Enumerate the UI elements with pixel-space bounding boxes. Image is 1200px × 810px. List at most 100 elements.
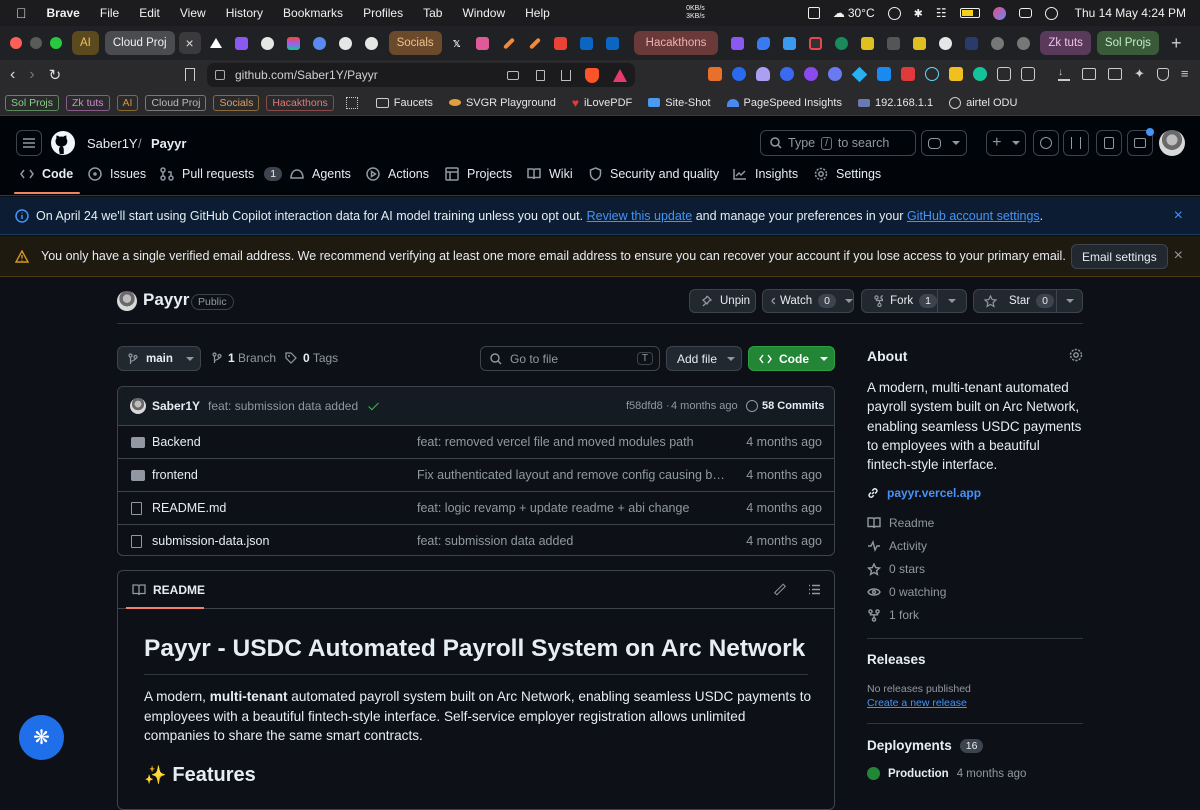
vercel-favicon-icon[interactable] (205, 32, 227, 54)
clock-datetime[interactable]: Thu 14 May 4:24 PM (1075, 6, 1186, 20)
back-icon[interactable]: ‹ (10, 66, 15, 84)
menu-view[interactable]: View (180, 6, 206, 20)
outline-list-icon[interactable] (808, 584, 821, 595)
app-favicon-icon-4[interactable] (778, 32, 800, 54)
commits-link[interactable]: 58 Commits (762, 400, 824, 412)
about-readme-link[interactable]: Readme (867, 516, 934, 530)
app-favicon-icon-5[interactable] (804, 32, 826, 54)
gear-icon[interactable] (1069, 348, 1083, 362)
go-to-file-input[interactable]: Go to file T (480, 346, 660, 371)
tab-group-sol-projs[interactable]: Sol Projs (1096, 31, 1159, 55)
app-favicon-icon-9[interactable] (908, 32, 930, 54)
about-activity-link[interactable]: Activity (867, 539, 927, 553)
bookmark-svgr-playground[interactable]: SVGR Playground (448, 97, 556, 109)
fork-dropdown-button[interactable] (937, 289, 967, 313)
fork-button[interactable]: Fork 1 (861, 289, 938, 313)
file-row[interactable]: submission-data.json feat: submission da… (118, 524, 834, 555)
red-extension-icon[interactable] (901, 67, 915, 81)
file-row[interactable]: README.md feat: logic revamp + update re… (118, 491, 834, 524)
account-settings-link[interactable]: GitHub account settings (907, 209, 1040, 223)
deployments-heading[interactable]: Deployments 16 (867, 738, 984, 753)
file-row[interactable]: frontend Fix authenticated layout and re… (118, 458, 834, 491)
wallet-extension-icon-2[interactable] (997, 67, 1011, 81)
site-info-icon[interactable] (215, 70, 225, 80)
menu-tab[interactable]: Tab (423, 6, 442, 20)
globe-favicon-icon-2[interactable] (1012, 32, 1034, 54)
gear-extension-icon[interactable] (877, 67, 891, 81)
wallet-icon[interactable] (1108, 68, 1122, 80)
bookmark-site-shot[interactable]: Site-Shot (648, 97, 711, 109)
app-favicon-icon-7[interactable] (856, 32, 878, 54)
brave-shields-icon[interactable] (585, 67, 599, 83)
file-name[interactable]: README.md (152, 501, 226, 515)
vpn-icon[interactable] (1156, 68, 1169, 81)
pen-favicon-icon-2[interactable] (524, 32, 546, 54)
linkedin-favicon-icon[interactable] (576, 32, 598, 54)
menu-history[interactable]: History (226, 6, 263, 20)
star-dropdown-button[interactable] (1056, 289, 1083, 313)
tab-actions[interactable]: Actions (366, 162, 429, 186)
homepage-url[interactable]: payyr.vercel.app (887, 486, 981, 500)
unpin-button[interactable]: Unpin (689, 289, 756, 313)
x-favicon-icon[interactable]: 𝕩 (446, 32, 468, 54)
menu-help[interactable]: Help (525, 6, 550, 20)
linkedin-favicon-icon-2[interactable] (602, 32, 624, 54)
tab-wiki[interactable]: Wiki (527, 162, 573, 186)
file-name[interactable]: Backend (152, 435, 201, 449)
yellow-extension-icon[interactable] (949, 67, 963, 81)
battery-icon[interactable] (959, 8, 980, 18)
tab-security[interactable]: Security and quality (589, 162, 719, 186)
review-update-link[interactable]: Review this update (587, 209, 693, 223)
pull-requests-button[interactable] (1063, 130, 1089, 156)
tab-agents[interactable]: Agents (290, 162, 351, 186)
user-switch-icon[interactable] (1044, 6, 1058, 20)
deployment-item[interactable]: Production 4 months ago (867, 767, 1026, 780)
github-favicon-icon-3[interactable] (361, 32, 383, 54)
bookmark-faucets[interactable]: Faucets (375, 97, 433, 109)
bookmark-group-socials[interactable]: Socials (213, 94, 260, 111)
commit-hash[interactable]: f58dfd8 (626, 400, 663, 412)
apple-icon[interactable]:  (16, 5, 27, 21)
share-icon[interactable] (561, 69, 571, 81)
tab-group-hacakthons[interactable]: Hacakthons (633, 31, 719, 55)
dismiss-email-banner-icon[interactable]: × (1174, 247, 1183, 265)
commit-message[interactable]: feat: submission data added (208, 399, 358, 413)
branches-link[interactable]: 1 Branch (212, 351, 276, 365)
figma-favicon-icon[interactable] (283, 32, 305, 54)
window-close-button[interactable] (10, 37, 22, 49)
purple-extension-icon[interactable] (804, 67, 818, 81)
check-icon[interactable] (368, 399, 380, 410)
tab-group-socials[interactable]: Socials (388, 31, 442, 55)
diamond-extension-icon[interactable] (851, 66, 868, 83)
readme-tab[interactable]: README (126, 571, 211, 609)
apps-grid-icon[interactable] (345, 96, 358, 109)
issues-button[interactable] (1033, 130, 1059, 156)
downloads-icon[interactable]: ↓ (1058, 68, 1070, 81)
puzzle-extension-icon[interactable] (1021, 67, 1035, 81)
deployment-name[interactable]: Production (888, 768, 949, 780)
bookmark-airtel[interactable]: airtel ODU (949, 96, 1017, 109)
search-input[interactable]: Type / to search (760, 130, 916, 156)
file-name[interactable]: frontend (152, 468, 198, 482)
tab-group-ai[interactable]: AI (72, 31, 99, 55)
bookmark-group-zk-tuts[interactable]: Zk tuts (66, 94, 110, 111)
bookmark-pagespeed[interactable]: PageSpeed Insights (726, 97, 842, 109)
email-settings-button[interactable]: Email settings (1071, 244, 1168, 269)
menu-profiles[interactable]: Profiles (363, 6, 403, 20)
app-favicon-icon[interactable] (472, 32, 494, 54)
forward-icon[interactable]: › (29, 66, 34, 84)
leo-ai-icon[interactable]: ✦ (1134, 67, 1145, 81)
weather[interactable]: ☁ 30°C (833, 6, 875, 20)
code-button[interactable]: Code (748, 346, 835, 371)
ghost-extension-icon[interactable] (756, 67, 770, 81)
avatar[interactable] (1159, 130, 1185, 156)
branch-selector[interactable]: main (117, 346, 201, 371)
bookmark-ilovepdf[interactable]: ♥ iLovePDF (572, 96, 632, 110)
wallet-extension-icon[interactable] (780, 67, 794, 81)
heroku-favicon-icon[interactable] (231, 32, 253, 54)
create-release-link[interactable]: Create a new release (867, 697, 967, 709)
fox-extension-icon[interactable] (708, 67, 722, 81)
reload-icon[interactable]: ↻ (49, 66, 62, 84)
releases-heading[interactable]: Releases (867, 652, 926, 667)
app-favicon-icon-10[interactable] (960, 32, 982, 54)
